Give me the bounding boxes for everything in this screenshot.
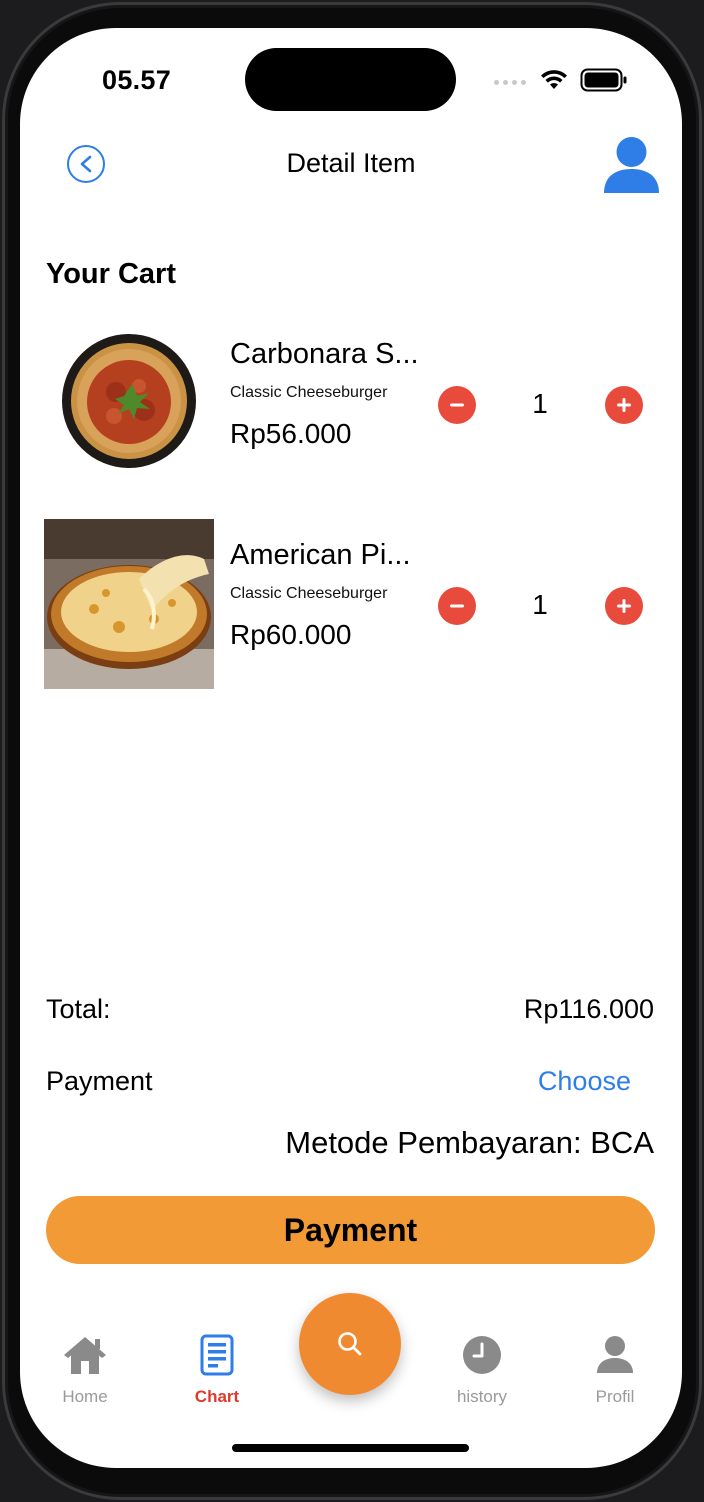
plus-icon xyxy=(617,398,631,412)
payment-method-text: Metode Pembayaran: BCA xyxy=(285,1125,654,1160)
increase-quantity-button[interactable] xyxy=(605,386,643,424)
tab-history[interactable]: history xyxy=(432,1333,532,1407)
total-label: Total: xyxy=(46,994,111,1024)
wifi-icon xyxy=(541,70,567,89)
increase-quantity-button[interactable] xyxy=(605,587,643,625)
minus-icon xyxy=(450,403,464,407)
pizza-image xyxy=(44,519,214,689)
item-description: Classic Cheeseburger xyxy=(230,585,388,602)
tab-label: Chart xyxy=(194,1387,240,1406)
tab-label: history xyxy=(456,1387,508,1406)
search-fab-button[interactable] xyxy=(299,1293,401,1395)
tab-label: Home xyxy=(62,1387,108,1406)
person-icon xyxy=(597,1336,633,1373)
choose-payment-button[interactable]: Choose xyxy=(538,1066,631,1097)
dynamic-island xyxy=(245,48,456,111)
decrease-quantity-button[interactable] xyxy=(438,386,476,424)
item-name: Carbonara S... xyxy=(230,338,419,370)
search-icon xyxy=(338,1332,362,1356)
payment-button[interactable]: Payment xyxy=(46,1196,655,1264)
cart-item: American Pi... Classic Cheeseburger Rp60… xyxy=(44,519,664,689)
home-indicator[interactable] xyxy=(232,1444,469,1452)
cart-title: Your Cart xyxy=(46,258,176,290)
item-price: Rp56.000 xyxy=(230,418,352,449)
clock-icon xyxy=(463,1336,501,1374)
spaghetti-image xyxy=(44,318,214,488)
quantity-value: 1 xyxy=(532,589,548,620)
chart-icon xyxy=(200,1334,234,1376)
tab-chart[interactable]: Chart xyxy=(167,1333,267,1407)
status-time: 05.57 xyxy=(102,65,172,95)
battery-icon xyxy=(580,68,627,92)
cellular-signal-icon xyxy=(494,80,526,85)
item-description: Classic Cheeseburger xyxy=(230,384,388,401)
minus-icon xyxy=(450,604,464,608)
plus-icon xyxy=(617,599,631,613)
page-title: Detail Item xyxy=(286,148,416,178)
tab-home[interactable]: Home xyxy=(35,1333,135,1407)
payment-label: Payment xyxy=(46,1066,153,1096)
total-value: Rp116.000 xyxy=(523,994,654,1024)
decrease-quantity-button[interactable] xyxy=(438,587,476,625)
item-price: Rp60.000 xyxy=(230,619,352,650)
home-icon xyxy=(64,1337,106,1374)
quantity-value: 1 xyxy=(532,388,548,419)
cart-item: Carbonara S... Classic Cheeseburger Rp56… xyxy=(44,318,664,488)
user-avatar-icon[interactable] xyxy=(603,135,660,193)
tab-profil[interactable]: Profil xyxy=(565,1333,665,1407)
tab-label: Profil xyxy=(595,1387,635,1406)
phone-screen: 05.57 Detail Item Your Cart Carbonara S.… xyxy=(20,28,682,1468)
item-name: American Pi... xyxy=(230,539,411,571)
